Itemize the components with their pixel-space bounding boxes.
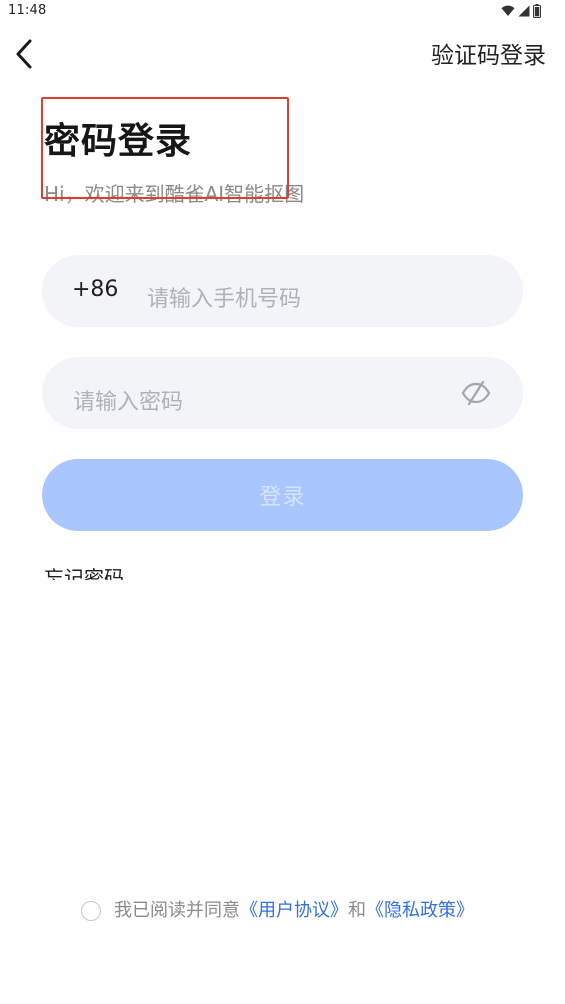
welcome-subtitle: Hi，欢迎来到酷雀AI智能抠图 (44, 182, 305, 206)
signal-icon (518, 5, 530, 17)
forgot-password-label: 忘记密码 (44, 566, 124, 580)
back-button[interactable] (4, 36, 44, 76)
country-code[interactable]: +86 (72, 275, 118, 305)
chevron-left-icon (13, 38, 35, 74)
status-time: 11:48 (8, 3, 47, 18)
phone-placeholder: 请输入手机号码 (147, 287, 302, 312)
agreement-conjunction: 和 (348, 900, 366, 921)
agreement-checkbox[interactable] (81, 901, 101, 921)
login-button[interactable]: 登录 (42, 459, 523, 531)
user-agreement-link[interactable]: 《用户协议》 (240, 898, 348, 924)
login-screen: 11:48 验证码登录 密码登录 Hi，欢迎来到酷雀AI智能抠图 +86 请输入… (0, 0, 565, 1004)
agreement-row: 我已阅读并同意 《用户协议》 和 《隐私政策》 (81, 898, 474, 924)
password-input[interactable]: 请输入密码 (42, 357, 523, 429)
agreement-prefix: 我已阅读并同意 (114, 900, 240, 921)
login-button-label: 登录 (259, 485, 306, 510)
sms-login-link[interactable]: 验证码登录 (431, 40, 546, 72)
status-bar: 11:48 (0, 0, 565, 24)
privacy-policy-link[interactable]: 《隐私政策》 (366, 898, 474, 924)
forgot-password-link[interactable]: 忘记密码 (44, 558, 164, 580)
password-placeholder: 请输入密码 (73, 390, 184, 415)
wifi-icon (501, 5, 515, 17)
battery-icon (533, 4, 541, 18)
eye-off-icon[interactable] (461, 379, 491, 407)
phone-input[interactable]: +86 请输入手机号码 (42, 255, 523, 327)
page-title: 密码登录 (44, 121, 193, 162)
status-icons (501, 4, 541, 18)
